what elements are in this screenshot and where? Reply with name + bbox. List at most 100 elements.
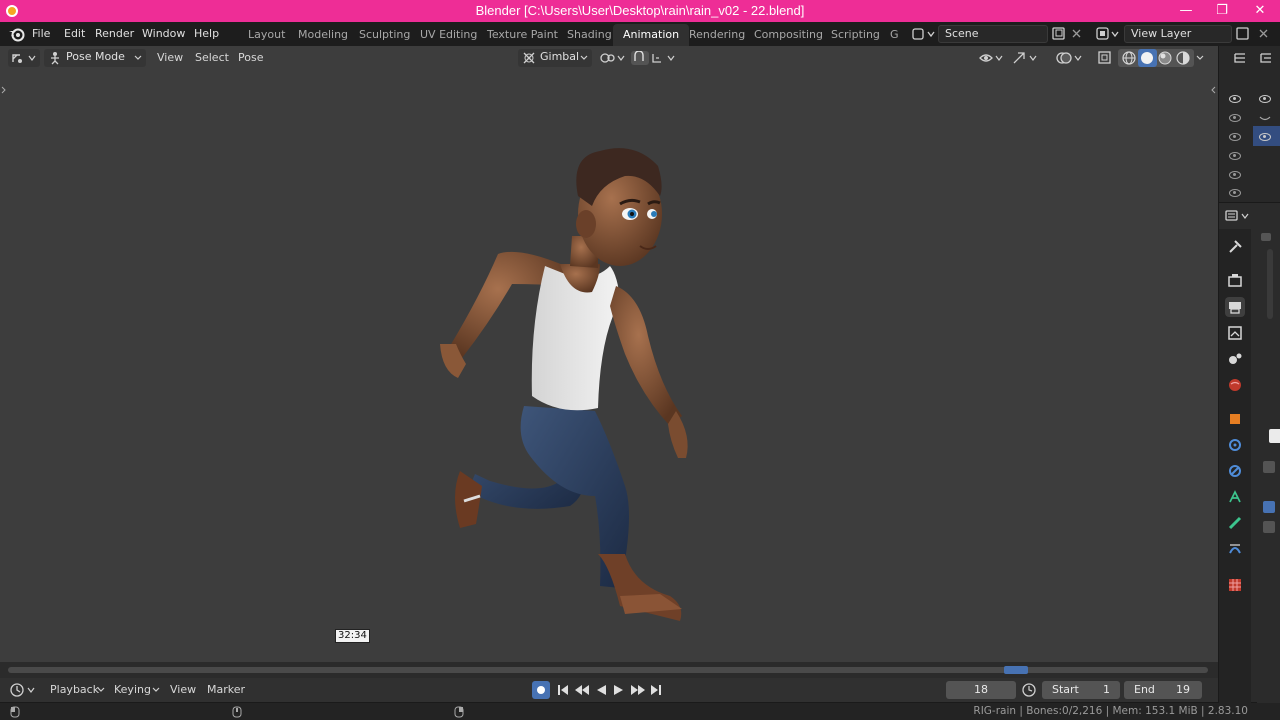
workspace-tab-uv-editing[interactable]: UV Editing	[410, 24, 487, 46]
frame-time-tooltip: 32:34	[335, 629, 370, 643]
properties-scrollbar[interactable]	[1267, 249, 1273, 319]
checkbox-checked[interactable]	[1263, 501, 1275, 513]
modifier-tab-icon[interactable]	[1225, 435, 1245, 455]
toolbar-expand-arrow-icon[interactable]	[1, 86, 7, 94]
scene-actions-icon[interactable]	[1052, 27, 1092, 41]
timeline-menu-marker[interactable]: Marker	[207, 683, 245, 696]
auto-keying-button[interactable]	[532, 681, 550, 699]
editor-type-dropdown[interactable]	[8, 49, 40, 67]
viewport-menu-view[interactable]: View	[157, 50, 183, 66]
menu-help[interactable]: Help	[194, 27, 219, 40]
restore-button[interactable]: ❐	[1204, 0, 1240, 22]
workspace-tab-texture-paint[interactable]: Texture Paint	[477, 24, 568, 46]
timeline-scrub-area[interactable]	[0, 662, 1218, 678]
visibility-eye-icon[interactable]	[1259, 95, 1271, 103]
mode-dropdown[interactable]: Pose Mode	[44, 49, 146, 67]
menu-window[interactable]: Window	[142, 27, 185, 40]
world-tab-icon[interactable]	[1225, 375, 1245, 395]
viewport-overlay-icons[interactable]	[978, 51, 1098, 65]
properties-content-area[interactable]	[1257, 229, 1280, 703]
material-shading-icon[interactable]	[1158, 51, 1172, 65]
blender-logo-icon[interactable]	[8, 26, 26, 42]
object-data-tab-icon[interactable]	[1225, 487, 1245, 507]
workspace-tab-shading[interactable]: Shading	[557, 24, 622, 46]
physics-tab-icon[interactable]	[1225, 461, 1245, 481]
scene-browse-icon[interactable]	[912, 27, 936, 41]
3d-viewport[interactable]: Pose Mode View Select Pose Gimbal 32:34	[0, 46, 1218, 662]
checkbox[interactable]	[1263, 521, 1275, 533]
workspace-tab-layout[interactable]: Layout	[238, 24, 295, 46]
outliner-editor-icon[interactable]	[1233, 52, 1247, 66]
visibility-eye-icon[interactable]	[1229, 114, 1241, 122]
viewport-menu-select[interactable]: Select	[195, 50, 229, 66]
panel-item[interactable]	[1269, 429, 1280, 443]
pivot-snap-icons[interactable]	[598, 51, 682, 65]
character-model[interactable]	[420, 96, 720, 636]
bone-constraint-tab-icon[interactable]	[1225, 539, 1245, 559]
menu-file[interactable]: File	[32, 27, 50, 40]
hidden-eye-icon[interactable]	[1259, 116, 1271, 122]
chevron-down-icon	[152, 687, 160, 692]
render-tab-icon[interactable]	[1225, 271, 1245, 291]
start-frame-label: Start	[1052, 683, 1079, 696]
menu-edit[interactable]: Edit	[64, 27, 85, 40]
checkbox[interactable]	[1263, 461, 1275, 473]
wireframe-shading-icon[interactable]	[1122, 51, 1136, 65]
visibility-eye-icon[interactable]	[1229, 171, 1241, 179]
mouse-right-icon	[454, 706, 464, 718]
workspace-tab-modeling[interactable]: Modeling	[288, 24, 358, 46]
timeline-menu-playback[interactable]: Playback	[50, 683, 99, 696]
bone-tab-icon[interactable]	[1225, 513, 1245, 533]
object-tab-icon[interactable]	[1225, 409, 1245, 429]
start-frame-field[interactable]: Start 1	[1042, 681, 1120, 699]
view-layer-name-field[interactable]: View Layer	[1124, 25, 1232, 43]
menu-render[interactable]: Render	[95, 27, 134, 40]
transform-orientation-dropdown[interactable]: Gimbal	[518, 49, 592, 67]
outliner-filter-icon[interactable]	[1259, 52, 1273, 66]
chevron-down-icon	[134, 55, 142, 60]
view-layer-browse-icon[interactable]	[1096, 27, 1124, 41]
record-icon	[537, 686, 545, 694]
end-frame-field[interactable]: End 19	[1124, 681, 1202, 699]
scene-tab-icon[interactable]	[1225, 349, 1245, 369]
view-layer-tab-icon[interactable]	[1225, 323, 1245, 343]
output-tab-icon[interactable]	[1225, 297, 1245, 317]
current-frame-indicator[interactable]	[1004, 666, 1028, 674]
preview-range-clock-icon[interactable]	[1022, 683, 1036, 697]
visibility-eye-icon[interactable]	[1229, 95, 1241, 103]
viewport-menu-pose[interactable]: Pose	[238, 50, 263, 66]
timeline-menu-view[interactable]: View	[170, 683, 196, 696]
solid-shading-icon[interactable]	[1140, 51, 1154, 65]
window-title-bar: Blender [C:\Users\User\Desktop\rain\rain…	[0, 0, 1280, 22]
shading-options-chevron-icon[interactable]	[1196, 55, 1204, 61]
end-frame-label: End	[1134, 683, 1155, 696]
playback-controls[interactable]	[556, 683, 668, 697]
mode-label: Pose Mode	[66, 50, 125, 63]
status-stats: RIG-rain | Bones:0/2,216 | Mem: 153.1 Mi…	[973, 705, 1248, 717]
close-button[interactable]: ✕	[1242, 0, 1278, 22]
workspace-tab-compositing[interactable]: Compositing	[744, 24, 833, 46]
properties-editor-icon[interactable]	[1225, 209, 1253, 223]
timeline-editor-type-icon[interactable]	[10, 683, 38, 697]
timeline-scrollbar[interactable]	[8, 667, 1208, 673]
minimize-button[interactable]: —	[1168, 0, 1204, 22]
current-frame-field[interactable]: 18	[946, 681, 1016, 699]
panel-item[interactable]	[1261, 233, 1271, 241]
tool-tab-icon[interactable]	[1225, 237, 1245, 257]
orientation-label: Gimbal	[540, 50, 580, 63]
visibility-eye-icon[interactable]	[1229, 152, 1241, 160]
outliner-panel[interactable]	[1218, 46, 1280, 202]
visibility-eye-icon[interactable]	[1259, 133, 1271, 141]
rendered-shading-icon[interactable]	[1176, 51, 1190, 65]
view-layer-actions-icon[interactable]	[1236, 27, 1276, 41]
sidebar-expand-arrow-icon[interactable]	[1210, 86, 1216, 94]
scene-name-field[interactable]: Scene	[938, 25, 1048, 43]
xray-toggle-icon[interactable]	[1098, 51, 1112, 65]
visibility-eye-icon[interactable]	[1229, 189, 1241, 197]
texture-tab-icon[interactable]	[1225, 575, 1245, 595]
visibility-eye-icon[interactable]	[1229, 133, 1241, 141]
workspace-tab-animation[interactable]: Animation	[613, 24, 690, 46]
properties-panel[interactable]	[1218, 202, 1280, 703]
timeline-menu-keying[interactable]: Keying	[114, 683, 151, 696]
workspace-tab-g[interactable]: G	[880, 24, 909, 46]
